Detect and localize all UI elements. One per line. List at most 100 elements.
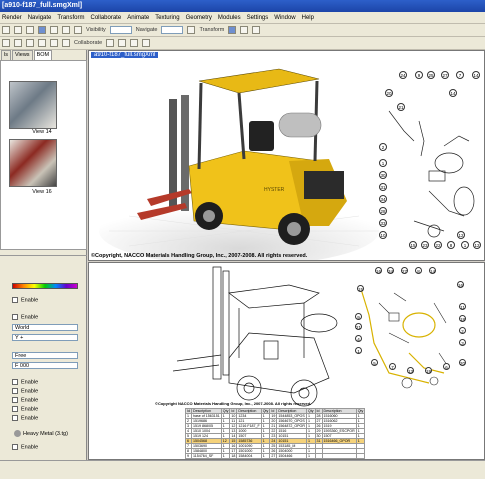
part-callout[interactable]: 16 [457,281,464,288]
enable-checkbox[interactable] [12,397,18,403]
axis-combo[interactable]: Y + [12,334,78,341]
annotate-icon[interactable] [62,39,70,47]
part-callout[interactable]: 20 [459,359,466,366]
menu-item[interactable]: Window [274,15,295,21]
print-icon[interactable] [62,26,70,34]
part-callout[interactable]: 33 [379,219,387,227]
zoom-icon[interactable] [187,26,196,34]
part-callout[interactable]: 2 [379,143,387,151]
rotate-icon[interactable] [240,26,249,34]
menu-item[interactable]: Animate [127,15,149,21]
part-callout[interactable]: 23 [421,241,429,249]
color-gradient-bar[interactable] [12,283,78,289]
part-callout[interactable]: 27 [401,267,408,274]
part-callout[interactable]: 34 [387,267,394,274]
tab-views[interactable]: Views [11,50,33,60]
undo-icon[interactable] [74,26,82,34]
enable-row[interactable]: Enable [12,406,38,412]
menu-item[interactable]: Modules [218,15,241,21]
part-callout[interactable]: 1 [461,241,469,249]
enable-checkbox[interactable] [12,314,18,320]
part-callout[interactable]: 22 [434,241,442,249]
menu-item[interactable]: Navigate [28,15,52,21]
tab-bom[interactable]: BOM [33,50,53,60]
part-callout[interactable]: 14 [449,89,457,97]
part-callout[interactable]: 3 [459,339,466,346]
snapshot-icon[interactable] [142,39,151,47]
part-callout[interactable]: 19 [425,367,432,374]
part-callout[interactable]: 7 [389,363,396,370]
new-icon[interactable] [2,26,10,34]
enable-checkbox[interactable] [12,415,18,421]
part-callout[interactable]: 13 [407,367,414,374]
light-icon[interactable] [14,39,22,47]
part-callout[interactable]: 14 [429,267,436,274]
part-callout[interactable]: 27 [441,71,449,79]
enable-row[interactable]: Enable [12,444,38,450]
part-callout[interactable]: 34 [379,195,387,203]
comment-icon[interactable] [118,39,127,47]
part-callout[interactable]: 21 [355,323,362,330]
part-callout[interactable]: 12 [473,241,481,249]
enable-row[interactable]: Enable [12,397,38,403]
open-icon[interactable] [14,26,22,34]
visibility-combo[interactable] [109,26,132,34]
home-icon[interactable] [50,26,58,34]
view-thumbnail[interactable] [9,139,57,187]
part-callout[interactable]: 4 [355,335,362,342]
save-icon[interactable] [26,26,34,34]
part-callout[interactable]: 24 [399,71,407,79]
enable-checkbox[interactable] [12,297,18,303]
free-combo[interactable]: Free [12,352,78,359]
camera-icon[interactable] [2,39,10,47]
part-callout[interactable]: 2 [459,327,466,334]
part-callout[interactable]: 25 [427,71,435,79]
menu-item[interactable]: Render [2,15,22,21]
part-callout[interactable]: 12 [457,231,465,239]
part-callout[interactable]: 28 [379,207,387,215]
part-callout[interactable]: 11 [459,303,466,310]
part-callout[interactable]: 8 [415,267,422,274]
part-callout[interactable]: 9 [355,313,362,320]
menu-item[interactable]: Help [302,15,314,21]
enable-row[interactable]: Enable [12,314,38,320]
viewport-3d[interactable]: a910-f187_full.smgXml HYSTER ©Copyright,… [88,50,485,261]
part-callout[interactable]: 20 [385,89,393,97]
part-callout[interactable]: 7 [456,71,464,79]
menu-item[interactable]: Transform [57,15,84,21]
menu-item[interactable]: Settings [247,15,269,21]
part-callout[interactable]: 16 [375,267,382,274]
measure-icon[interactable] [38,39,46,47]
part-callout[interactable]: 1 [379,159,387,167]
part-callout[interactable]: 31 [379,183,387,191]
section-icon[interactable] [50,39,58,47]
enable-checkbox[interactable] [12,379,18,385]
enable-checkbox[interactable] [12,388,18,394]
select-icon[interactable] [38,26,46,34]
explode-icon[interactable] [26,39,34,47]
part-callout[interactable]: 5 [371,359,378,366]
part-callout[interactable]: 21 [397,103,405,111]
table-row[interactable]: 9 1154764_SF 1 18 1584004 1 27 1504466 1 [185,453,366,459]
menu-item[interactable]: Collaborate [91,15,122,21]
part-callout[interactable]: 10 [379,231,387,239]
part-callout[interactable]: 15 [357,285,364,292]
material-row[interactable]: Heavy Metal (3.tg) [14,430,68,437]
enable-row[interactable]: Enable [12,415,38,421]
menu-item[interactable]: Geometry [186,15,212,21]
enable-checkbox[interactable] [12,444,18,450]
markup-icon[interactable] [130,39,139,47]
navigate-combo[interactable] [161,26,184,34]
part-callout[interactable]: 18 [459,315,466,322]
part-callout[interactable]: 30 [379,171,387,179]
enable-checkbox[interactable] [12,406,18,412]
transform-icon[interactable] [228,26,237,34]
part-callout[interactable]: 1 [355,347,362,354]
part-callout[interactable]: 6 [443,363,450,370]
scale-icon[interactable] [252,26,261,34]
part-callout[interactable]: 15 [409,241,417,249]
drawing-view[interactable]: ©Copyright NACCO Materials Handling Grou… [88,262,485,460]
enable-row[interactable]: Enable [12,388,38,394]
enable-row[interactable]: Enable [12,379,38,385]
world-combo[interactable]: World [12,324,78,331]
